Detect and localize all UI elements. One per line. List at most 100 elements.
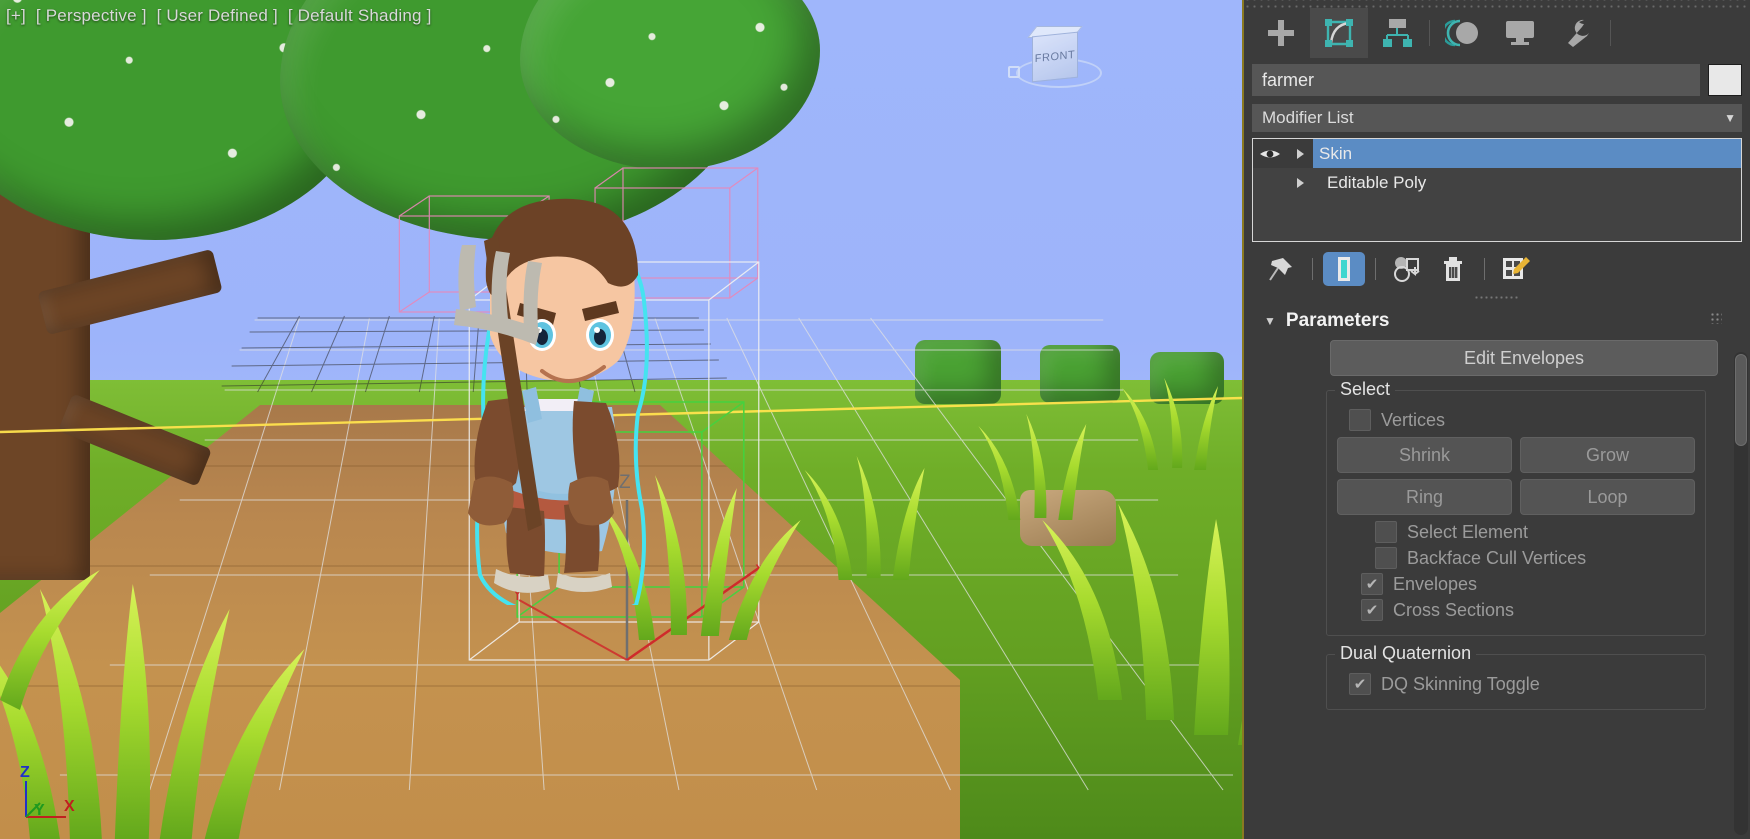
object-name-row: [1244, 58, 1750, 100]
select-element-checkbox-row[interactable]: Select Element: [1337, 521, 1695, 543]
modifier-list-row: Modifier List ▼: [1244, 100, 1750, 134]
wrench-icon: [1568, 19, 1589, 47]
cross-sections-checkbox[interactable]: [1361, 599, 1383, 621]
bush-far-right-2: [1040, 345, 1120, 403]
eye-slot-empty: [1253, 168, 1287, 197]
view-cube[interactable]: FRONT: [1002, 22, 1112, 102]
modifier-stack-item-skin[interactable]: Skin: [1253, 139, 1741, 168]
modifier-stack[interactable]: Skin Editable Poly: [1252, 138, 1742, 242]
modifier-name-editable-poly: Editable Poly: [1327, 172, 1427, 192]
hierarchy-icon: [1383, 19, 1412, 47]
select-group: Select Vertices Shrink Grow Ring Loop Se…: [1326, 379, 1706, 636]
chevron-down-icon: ▼: [1724, 111, 1736, 125]
bush-far-right-1: [915, 340, 1001, 404]
tab-separator-2: [1610, 20, 1611, 46]
tab-motion[interactable]: [1433, 8, 1491, 58]
object-color-swatch[interactable]: [1708, 64, 1742, 96]
backface-cull-vertices-label: Backface Cull Vertices: [1407, 547, 1587, 568]
viewport-label-part-0: [+]: [6, 6, 26, 25]
shrink-button[interactable]: Shrink: [1337, 437, 1512, 473]
modifier-list-dropdown[interactable]: Modifier List ▼: [1252, 104, 1742, 132]
expand-arrow-icon[interactable]: [1287, 139, 1313, 168]
dual-quaternion-legend: Dual Quaternion: [1335, 643, 1477, 664]
make-unique-button[interactable]: [1386, 252, 1428, 286]
cross-sections-checkbox-row[interactable]: Cross Sections: [1337, 599, 1695, 621]
tab-create[interactable]: [1252, 8, 1310, 58]
tab-hierarchy[interactable]: [1368, 8, 1426, 58]
stack-tool-separator-1: [1312, 258, 1313, 280]
view-cube-front-face[interactable]: FRONT: [1032, 31, 1078, 83]
rollout-grip[interactable]: [1244, 292, 1750, 302]
motion-icon: [1445, 19, 1478, 47]
select-element-label: Select Element: [1407, 521, 1529, 542]
vertices-checkbox-row[interactable]: Vertices: [1337, 409, 1695, 431]
vertices-label: Vertices: [1381, 409, 1446, 430]
command-panel: Modifier List ▼ Skin Editable Poly: [1244, 0, 1750, 839]
pin-icon: [1269, 258, 1292, 281]
cross-sections-label: Cross Sections: [1393, 599, 1515, 620]
configure-modifier-sets-button[interactable]: [1495, 252, 1537, 286]
select-group-legend: Select: [1335, 379, 1396, 400]
viewport-label-part-3: [ Default Shading ]: [287, 6, 432, 25]
command-panel-scrollbar[interactable]: [1734, 352, 1748, 835]
axis-tripod: Z Y X: [20, 764, 75, 819]
farmer-character[interactable]: [430, 185, 690, 622]
edit-envelopes-wrapper: Edit Envelopes: [1252, 336, 1728, 376]
viewport-label-part-1: [ Perspective ]: [35, 6, 147, 25]
envelopes-checkbox-row[interactable]: Envelopes: [1337, 573, 1695, 595]
panel-drag-strip[interactable]: [1244, 0, 1750, 8]
rollout-collapse-triangle-icon: ▼: [1264, 314, 1276, 328]
tab-display[interactable]: [1491, 8, 1549, 58]
modify-icon: [1325, 19, 1353, 47]
show-end-result-icon: [1338, 257, 1350, 281]
configure-modifier-sets-icon: [1503, 257, 1530, 279]
select-element-checkbox[interactable]: [1375, 521, 1397, 543]
tab-separator-1: [1429, 20, 1430, 46]
dq-skinning-toggle-row[interactable]: DQ Skinning Toggle: [1337, 673, 1695, 695]
rollout-grip-dots-icon: [1710, 312, 1722, 324]
dual-quaternion-group: Dual Quaternion DQ Skinning Toggle: [1326, 643, 1706, 710]
eye-icon[interactable]: [1253, 139, 1287, 168]
modifier-stack-toolbar: [1244, 242, 1750, 292]
backface-cull-vertices-checkbox[interactable]: [1375, 547, 1397, 569]
display-icon: [1506, 21, 1534, 45]
stack-tool-separator-2: [1375, 258, 1376, 280]
scrollbar-thumb[interactable]: [1735, 354, 1747, 446]
parameters-rollout-header[interactable]: ▼ Parameters: [1252, 304, 1728, 336]
show-end-result-button[interactable]: [1323, 252, 1365, 286]
viewport-label-part-2: [ User Defined ]: [156, 6, 278, 25]
loop-button[interactable]: Loop: [1520, 479, 1695, 515]
backface-cull-checkbox-row[interactable]: Backface Cull Vertices: [1337, 547, 1695, 569]
axis-x-label: X: [64, 798, 75, 815]
trash-icon: [1444, 257, 1462, 281]
modifier-stack-item-editable-poly[interactable]: Editable Poly: [1253, 168, 1741, 197]
remove-modifier-button[interactable]: [1432, 252, 1474, 286]
modifier-name-skin: Skin: [1319, 143, 1353, 163]
object-name-input[interactable]: [1252, 64, 1700, 96]
vertices-checkbox[interactable]: [1349, 409, 1371, 431]
envelopes-checkbox[interactable]: [1361, 573, 1383, 595]
ring-button[interactable]: Ring: [1337, 479, 1512, 515]
dq-skinning-toggle-checkbox[interactable]: [1349, 673, 1371, 695]
plus-icon: [1268, 20, 1294, 46]
view-cube-home-icon[interactable]: [1008, 66, 1020, 78]
expand-arrow-icon-2[interactable]: [1287, 168, 1313, 197]
envelopes-label: Envelopes: [1393, 573, 1478, 594]
shrink-grow-row: Shrink Grow: [1337, 437, 1695, 473]
app-root: Z X Y [+] [Perspective] [User Defined…: [0, 0, 1750, 839]
tab-modify[interactable]: [1310, 8, 1368, 58]
axis-y-label: Y: [34, 802, 45, 819]
make-unique-icon: [1394, 257, 1420, 282]
rollout-title: Parameters: [1285, 310, 1390, 331]
pin-stack-button[interactable]: [1260, 252, 1302, 286]
perspective-viewport[interactable]: Z X Y [+] [Perspective] [User Defined…: [0, 0, 1244, 839]
parameters-rollout: ▼ Parameters Edit Envelopes Select Verti…: [1252, 304, 1728, 710]
dq-skinning-toggle-label: DQ Skinning Toggle: [1381, 673, 1540, 694]
edit-envelopes-button[interactable]: Edit Envelopes: [1330, 340, 1718, 376]
grow-button[interactable]: Grow: [1520, 437, 1695, 473]
tab-utilities[interactable]: [1549, 8, 1607, 58]
stack-tool-separator-3: [1484, 258, 1485, 280]
viewport-label[interactable]: [+] [ Perspective ] [ User Defined ] [ D…: [6, 6, 437, 26]
bush-far-right-3: [1150, 352, 1224, 404]
ring-loop-row: Ring Loop: [1337, 479, 1695, 515]
